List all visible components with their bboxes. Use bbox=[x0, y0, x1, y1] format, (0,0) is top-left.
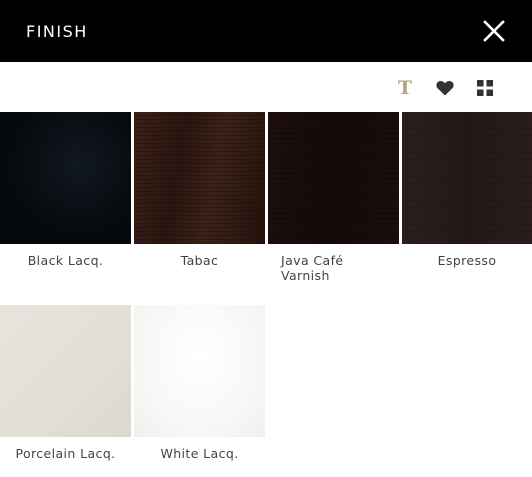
heart-icon bbox=[436, 81, 454, 96]
finish-swatch-image bbox=[402, 112, 532, 244]
finish-swatch-label: Tabac bbox=[180, 253, 219, 268]
finish-swatch-image bbox=[134, 305, 265, 437]
view-toolbar: T bbox=[394, 72, 496, 104]
finish-swatch-image bbox=[0, 112, 131, 244]
finish-swatch-espresso[interactable]: Espresso bbox=[402, 112, 532, 268]
modal-title: FINISH bbox=[26, 21, 88, 41]
close-icon bbox=[483, 20, 505, 42]
finish-swatch-label: Espresso bbox=[437, 253, 497, 268]
grid-view-button[interactable] bbox=[474, 77, 496, 99]
finish-swatch-java-cafe-varnish[interactable]: Java Café Varnish bbox=[268, 112, 399, 283]
finish-swatch-black-lacq[interactable]: Black Lacq. bbox=[0, 112, 131, 268]
finish-swatch-label: Java Café Varnish bbox=[281, 253, 344, 283]
finish-swatch-white-lacq[interactable]: White Lacq. bbox=[134, 305, 265, 461]
text-view-button[interactable]: T bbox=[394, 77, 416, 99]
finish-swatch-label: Porcelain Lacq. bbox=[15, 446, 116, 461]
finish-swatch-image bbox=[0, 305, 131, 437]
text-icon: T bbox=[397, 76, 413, 99]
favorites-button[interactable] bbox=[434, 77, 456, 99]
finish-swatch-label: White Lacq. bbox=[160, 446, 239, 461]
finish-swatch-porcelain-lacq[interactable]: Porcelain Lacq. bbox=[0, 305, 131, 461]
finish-swatch-label: Black Lacq. bbox=[27, 253, 104, 268]
grid-icon bbox=[477, 80, 493, 96]
finish-swatch-image bbox=[134, 112, 265, 244]
finish-swatch-image bbox=[268, 112, 399, 244]
close-button[interactable] bbox=[482, 19, 506, 43]
modal-header: FINISH bbox=[0, 0, 532, 62]
finish-swatch-tabac[interactable]: Tabac bbox=[134, 112, 265, 268]
